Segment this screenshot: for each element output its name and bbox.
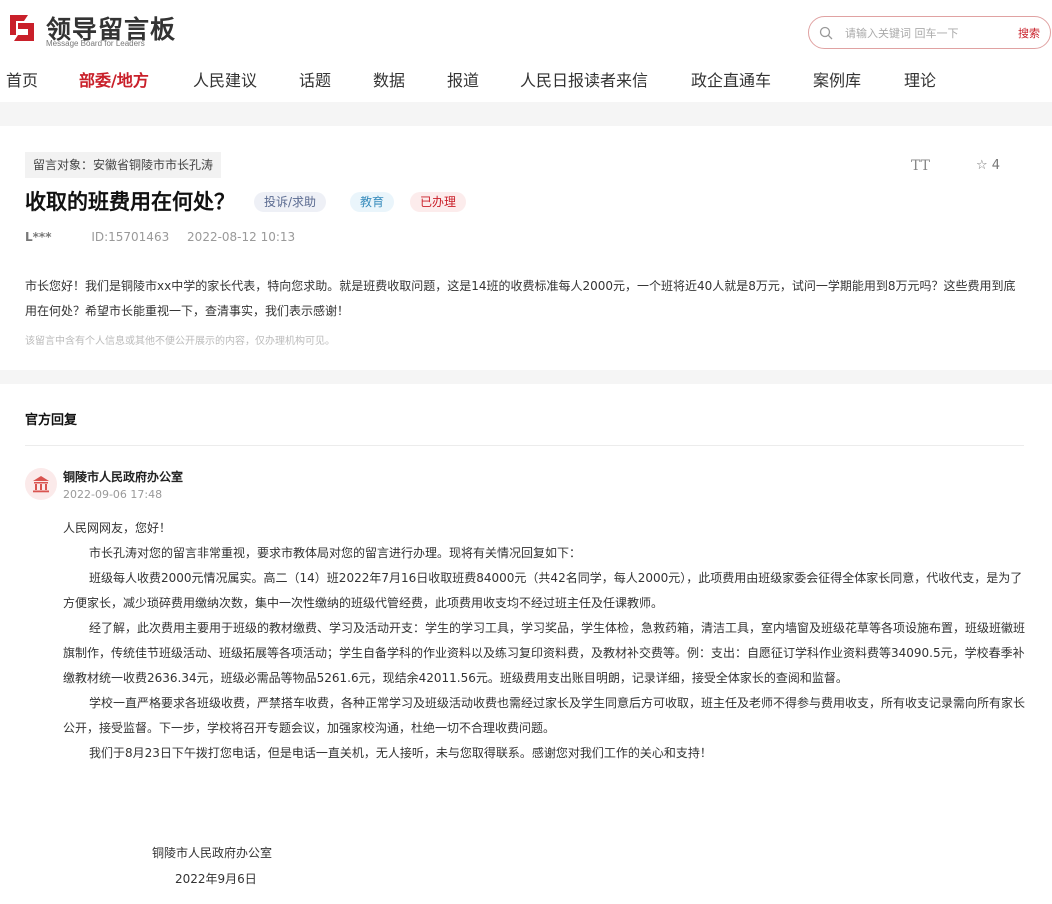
star-icon: ☆ — [976, 158, 988, 173]
reply-greeting: 人民网网友，您好！ — [63, 521, 172, 535]
logo-subtitle: Message Board for Leaders — [46, 39, 145, 48]
message-title: 收取的班费用在何处？ — [25, 190, 235, 214]
star-count: 4 — [991, 158, 1001, 173]
section-gap — [0, 370, 1052, 384]
nav-item-theory[interactable]: 理论 — [904, 67, 936, 91]
nav-item-suggestions[interactable]: 人民建议 — [193, 67, 257, 91]
nav-item-reader-letters[interactable]: 人民日报读者来信 — [520, 67, 648, 91]
reply-paragraph: 经了解，此次费用主要用于班级的教材缴费、学习及活动开支：学生的学习工具，学习奖品… — [63, 621, 1026, 685]
privacy-notice: 该留言中含有个人信息或其他不便公开展示的内容，仅办理机构可见。 — [25, 336, 335, 347]
section-gap — [0, 102, 1052, 126]
nav-item-ministries[interactable]: 部委/地方 — [79, 67, 149, 91]
search-button[interactable]: 搜索 — [1018, 25, 1040, 41]
favorite-button[interactable]: ☆ 4 — [976, 158, 1000, 173]
reply-paragraph: 班级每人收费2000元情况属实。高二（14）班2022年7月16日收取班费840… — [63, 571, 1023, 610]
nav-item-data[interactable]: 数据 — [373, 67, 405, 91]
message-meta: L*** ID:15701463 2022-08-12 10:13 — [25, 230, 295, 244]
search-input[interactable] — [845, 24, 995, 42]
search-box: 搜索 — [808, 16, 1051, 49]
status-badge: 已办理 — [410, 192, 467, 212]
logo-icon — [10, 15, 34, 41]
reply-heading: 官方回复 — [25, 413, 78, 428]
reply-signature: 铜陵市人民政府办公室 — [152, 846, 273, 860]
reply-time: 2022-09-06 17:48 — [63, 488, 163, 501]
message-time: 2022-08-12 10:13 — [187, 230, 296, 244]
site-header: 领导留言板 Message Board for Leaders 搜索 首页 部委… — [0, 0, 1052, 102]
message-body: 市长您好！我们是铜陵市xx中学的家长代表，特向您求助。就是班费收取问题，这是14… — [25, 279, 1016, 318]
avatar — [25, 468, 57, 500]
government-building-icon — [33, 476, 49, 493]
message-target: 留言对象：安徽省铜陵市市长孔涛 — [25, 152, 222, 178]
nav-item-enterprise[interactable]: 政企直通车 — [691, 67, 771, 91]
divider — [25, 445, 1024, 446]
nav-item-home[interactable]: 首页 — [6, 67, 38, 91]
message-card: 留言对象：安徽省铜陵市市长孔涛 收取的班费用在何处？ 投诉/求助 教育 已办理 … — [0, 126, 1052, 370]
search-icon — [819, 26, 833, 40]
main-nav: 首页 部委/地方 人民建议 话题 数据 报道 人民日报读者来信 政企直通车 案例… — [0, 62, 1052, 96]
tag-education[interactable]: 教育 — [350, 192, 395, 212]
nav-item-cases[interactable]: 案例库 — [813, 67, 861, 91]
reply-paragraph: 学校一直严格要求各班级收费，严禁搭车收费，各种正常学习及班级活动收费也需经过家长… — [63, 696, 1026, 735]
tag-complaint[interactable]: 投诉/求助 — [254, 192, 327, 212]
message-id: ID:15701463 — [91, 230, 170, 244]
reply-body: 人民网网友，您好！ 市长孔涛对您的留言非常重视，要求市教体局对您的留言进行办理。… — [63, 516, 1025, 766]
reply-card: 官方回复 铜陵市人民政府办公室 2022-09-06 17:48 人民网网友，您… — [0, 384, 1052, 904]
reply-org: 铜陵市人民政府办公室 — [63, 470, 184, 484]
reply-paragraph: 市长孔涛对您的留言非常重视，要求市教体局对您的留言进行办理。现将有关情况回复如下… — [89, 546, 582, 560]
reply-paragraph: 我们于8月23日下午拨打您电话，但是电话一直关机，无人接听，未与您取得联系。感谢… — [89, 746, 712, 760]
site-logo[interactable]: 领导留言板 Message Board for Leaders — [6, 10, 176, 48]
nav-item-topics[interactable]: 话题 — [299, 67, 331, 91]
author-name: L*** — [25, 230, 52, 244]
nav-item-reports[interactable]: 报道 — [447, 67, 479, 91]
font-size-icon[interactable]: TT — [911, 158, 930, 174]
reply-signature-date: 2022年9月6日 — [175, 872, 257, 886]
